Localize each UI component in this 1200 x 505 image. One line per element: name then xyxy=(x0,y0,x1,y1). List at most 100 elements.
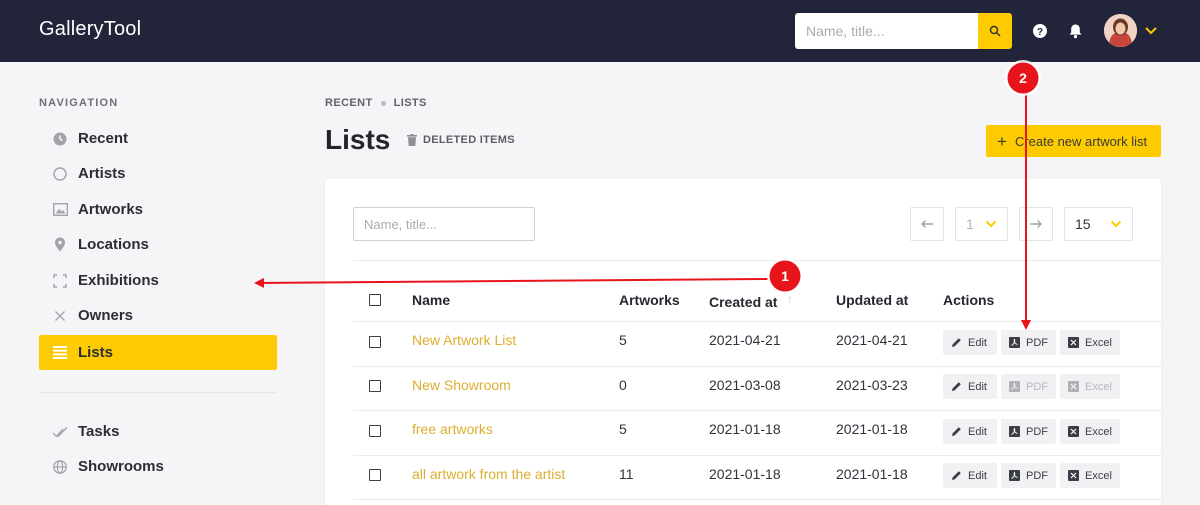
list-name-link[interactable]: New Artwork List xyxy=(412,332,516,348)
excel-icon xyxy=(1068,337,1079,348)
sidebar-item-label: Showrooms xyxy=(78,458,164,475)
svg-text:?: ? xyxy=(1036,27,1042,38)
list-name-link[interactable]: free artworks xyxy=(412,421,493,437)
column-header-artworks[interactable]: Artworks xyxy=(619,292,680,308)
check-icon xyxy=(52,424,68,440)
sidebar-item-label: Lists xyxy=(78,344,114,361)
artworks-count: 11 xyxy=(619,466,634,482)
pencil-icon xyxy=(952,338,961,347)
sidebar-item-label: Artworks xyxy=(78,201,144,218)
user-avatar[interactable] xyxy=(1104,14,1137,47)
clock-icon xyxy=(52,131,68,147)
create-artwork-list-label: Create new artwork list xyxy=(1014,133,1148,149)
excel-button-disabled: Excel xyxy=(1060,374,1120,399)
pdf-icon xyxy=(1009,470,1020,481)
breadcrumb-lists: LISTS xyxy=(393,97,427,109)
arrow-right-icon xyxy=(1030,220,1042,228)
column-header-updated[interactable]: Updated at xyxy=(836,292,908,308)
pencil-icon xyxy=(952,382,961,391)
edit-label: Edit xyxy=(968,425,987,438)
toolbar-divider xyxy=(353,260,1161,261)
artworks-count: 0 xyxy=(619,377,627,393)
sidebar-item-owners[interactable]: Owners xyxy=(39,298,277,333)
updated-date: 2021-03-23 xyxy=(836,377,908,393)
pdf-icon xyxy=(1009,381,1020,392)
pdf-button[interactable]: PDF xyxy=(1001,419,1056,444)
pdf-icon xyxy=(1009,426,1020,437)
sort-arrow-icon[interactable]: ↑ xyxy=(787,292,793,306)
sidebar-item-tasks[interactable]: Tasks xyxy=(39,414,277,449)
help-icon: ? xyxy=(1032,23,1047,38)
excel-label: Excel xyxy=(1085,425,1112,438)
column-header-actions: Actions xyxy=(943,292,995,308)
deleted-items-link[interactable]: DELETED ITEMS xyxy=(407,134,515,146)
pdf-button[interactable]: PDF xyxy=(1001,463,1056,488)
list-name-link[interactable]: all artwork from the artist xyxy=(412,466,565,482)
help-button[interactable]: ? xyxy=(1031,22,1048,39)
image-icon xyxy=(52,202,68,218)
edit-label: Edit xyxy=(968,380,987,393)
notifications-button[interactable] xyxy=(1067,22,1084,39)
app-logo[interactable]: GalleryTool xyxy=(39,18,141,41)
excel-icon xyxy=(1068,426,1079,437)
pdf-button[interactable]: PDF xyxy=(1001,330,1056,355)
global-search-input[interactable] xyxy=(795,13,978,49)
pin-icon xyxy=(52,237,68,253)
per-page-select[interactable]: 15 xyxy=(1064,207,1133,241)
sidebar-item-locations[interactable]: Locations xyxy=(39,227,277,262)
create-artwork-list-button[interactable]: + Create new artwork list xyxy=(986,125,1161,157)
global-search-button[interactable] xyxy=(978,13,1012,49)
row-checkbox[interactable] xyxy=(369,336,381,348)
prev-page-button[interactable] xyxy=(910,207,944,241)
filter-input[interactable] xyxy=(353,207,535,241)
excel-label: Excel xyxy=(1085,469,1112,482)
excel-label: Excel xyxy=(1085,336,1112,349)
edit-button[interactable]: Edit xyxy=(943,374,997,399)
sidebar-item-showrooms[interactable]: Showrooms xyxy=(39,449,277,484)
page-select[interactable]: 1 xyxy=(955,207,1008,241)
excel-button[interactable]: Excel xyxy=(1060,419,1120,444)
row-divider xyxy=(353,321,1161,322)
sidebar-item-artists[interactable]: Artists xyxy=(39,156,277,191)
sidebar-item-label: Tasks xyxy=(78,423,120,440)
chevron-down-icon[interactable] xyxy=(1144,25,1158,35)
sidebar-item-exhibitions[interactable]: Exhibitions xyxy=(39,263,277,298)
sidebar-item-artworks[interactable]: Artworks xyxy=(39,192,277,227)
updated-date: 2021-01-18 xyxy=(836,421,908,437)
sidebar-item-label: Recent xyxy=(78,130,129,147)
annotation-marker-2-label: 2 xyxy=(1019,70,1027,86)
updated-date: 2021-01-18 xyxy=(836,466,908,482)
breadcrumb-recent[interactable]: RECENT xyxy=(325,97,373,109)
row-checkbox[interactable] xyxy=(369,469,381,481)
circle-icon xyxy=(52,166,68,182)
sidebar-item-label: Locations xyxy=(78,236,149,253)
artworks-count: 5 xyxy=(619,332,627,348)
sidebar-item-recent[interactable]: Recent xyxy=(39,121,277,156)
column-header-created[interactable]: Created at xyxy=(709,294,777,310)
lists-card: 1 15 Name Artworks Created at ↑ Updated … xyxy=(325,179,1161,505)
excel-button[interactable]: Excel xyxy=(1060,330,1120,355)
excel-icon xyxy=(1068,470,1079,481)
column-header-name[interactable]: Name xyxy=(412,292,450,308)
sidebar-item-lists[interactable]: Lists xyxy=(39,335,277,370)
page-select-value: 1 xyxy=(966,216,974,232)
pdf-label: PDF xyxy=(1026,336,1048,349)
edit-button[interactable]: Edit xyxy=(943,330,997,355)
breadcrumb-separator xyxy=(380,100,386,106)
edit-label: Edit xyxy=(968,469,987,482)
row-divider xyxy=(353,366,1161,367)
edit-button[interactable]: Edit xyxy=(943,419,997,444)
pdf-label: PDF xyxy=(1026,425,1048,438)
pdf-icon xyxy=(1009,337,1020,348)
edit-label: Edit xyxy=(968,336,987,349)
row-checkbox[interactable] xyxy=(369,380,381,392)
select-all-checkbox[interactable] xyxy=(369,294,381,306)
row-checkbox[interactable] xyxy=(369,425,381,437)
sidebar-item-label: Artists xyxy=(78,165,126,182)
edit-button[interactable]: Edit xyxy=(943,463,997,488)
next-page-button[interactable] xyxy=(1019,207,1053,241)
excel-button[interactable]: Excel xyxy=(1060,463,1120,488)
created-date: 2021-04-21 xyxy=(709,332,781,348)
created-date: 2021-01-18 xyxy=(709,466,781,482)
list-name-link[interactable]: New Showroom xyxy=(412,377,511,393)
